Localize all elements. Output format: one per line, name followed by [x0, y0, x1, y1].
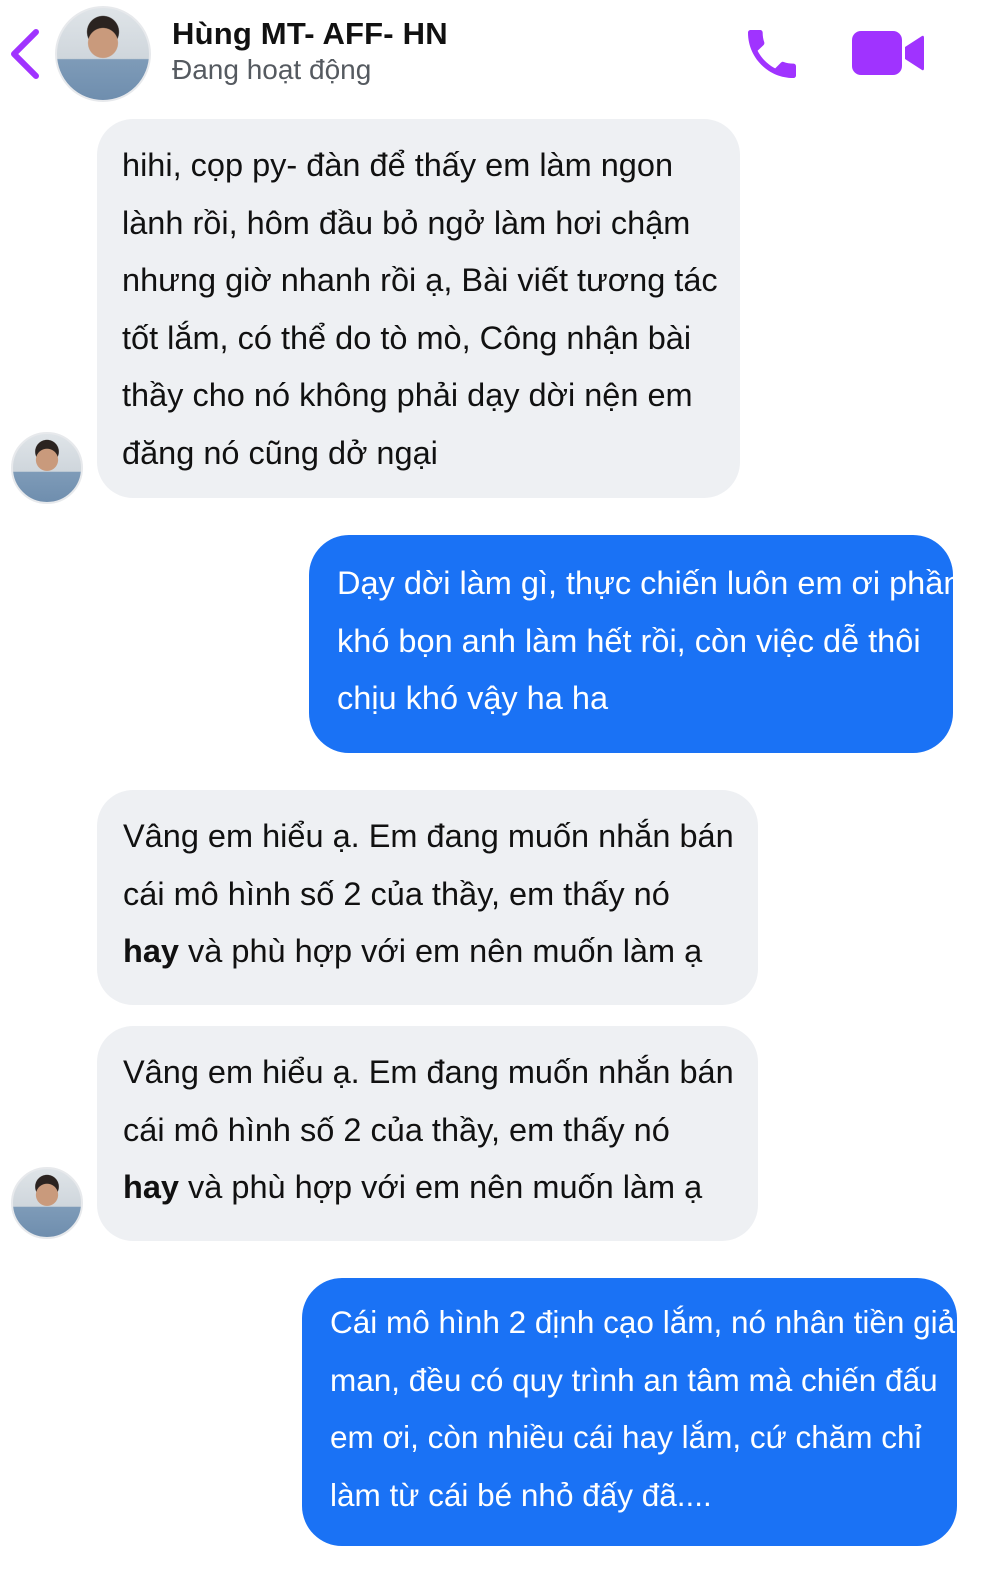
message-line: cái mô hình số 2 của thầy, em thấy nó [123, 875, 670, 912]
message-line: tốt lắm, có thể do tò mò, Công nhận bài [122, 319, 692, 356]
active-status: Đang hoạt động [172, 54, 372, 85]
message-line: nhưng giờ nhanh rồi ạ, Bài viết tương tá… [122, 262, 718, 298]
incoming-message[interactable]: hihi, cọp py- đàn để thấy em làm ngon là… [97, 119, 740, 498]
message-line: man, đều có quy trình an tâm mà chiến đấ… [330, 1361, 938, 1398]
chat-header: Hùng MT- AFF- HN Đang hoạt động [0, 0, 987, 110]
incoming-message[interactable]: Vâng em hiểu ạ. Em đang muốn nhắn bán cá… [97, 1026, 758, 1241]
outgoing-message[interactable]: Cái mô hình 2 định cạo lắm, nó nhân tiền… [302, 1278, 957, 1546]
bold-word: hay [123, 933, 180, 969]
message-line: hay và phù hợp với em nên muốn làm ạ [123, 923, 758, 981]
message-line: Vâng em hiểu ạ. Em đang muốn nhắn bán [123, 1054, 734, 1090]
message-text: và phù hợp với em nên muốn làm ạ [179, 933, 703, 969]
video-call-button[interactable] [850, 27, 926, 79]
message-line: hihi, cọp py- đàn để thấy em làm ngon [122, 147, 674, 183]
phone-icon [748, 30, 796, 78]
video-camera-icon [852, 31, 924, 75]
contact-avatar-small[interactable] [11, 432, 83, 504]
chevron-left-icon [11, 29, 39, 79]
message-line: em ơi, còn nhiều cái hay lắm, cứ chăm ch… [330, 1419, 922, 1455]
message-line: cái mô hình số 2 của thầy, em thấy nó [123, 1111, 670, 1148]
back-button[interactable] [6, 26, 46, 82]
message-line: khó bọn anh làm hết rồi, còn việc dễ thô… [337, 622, 921, 659]
message-text: và phù hợp với em nên muốn làm ạ [179, 1169, 703, 1205]
message-line: lành rồi, hôm đầu bỏ ngở làm hơi chậm [122, 204, 691, 241]
message-line: Cái mô hình 2 định cạo lắm, nó nhân tiền… [330, 1304, 956, 1340]
message-line: đăng nó cũng dở ngại [122, 434, 438, 471]
incoming-message[interactable]: Vâng em hiểu ạ. Em đang muốn nhắn bán cá… [97, 790, 758, 1005]
contact-name[interactable]: Hùng MT- AFF- HN [172, 16, 448, 52]
contact-avatar[interactable] [55, 6, 151, 102]
message-line: làm từ cái bé nhỏ đấy đã.... [330, 1476, 712, 1513]
bold-word: hay [123, 1169, 180, 1205]
contact-avatar-small[interactable] [11, 1167, 83, 1239]
message-line: Vâng em hiểu ạ. Em đang muốn nhắn bán [123, 818, 734, 854]
voice-call-button[interactable] [740, 22, 804, 86]
message-line: chịu khó vậy ha ha [337, 680, 609, 716]
outgoing-message[interactable]: Dạy dời làm gì, thực chiến luôn em ơi ph… [309, 535, 962, 753]
message-line: Dạy dời làm gì, thực chiến luôn em ơi ph… [337, 565, 962, 601]
message-line: hay và phù hợp với em nên muốn làm ạ [123, 1159, 758, 1217]
message-line: thầy cho nó không phải dạy dời nện em [122, 377, 693, 413]
